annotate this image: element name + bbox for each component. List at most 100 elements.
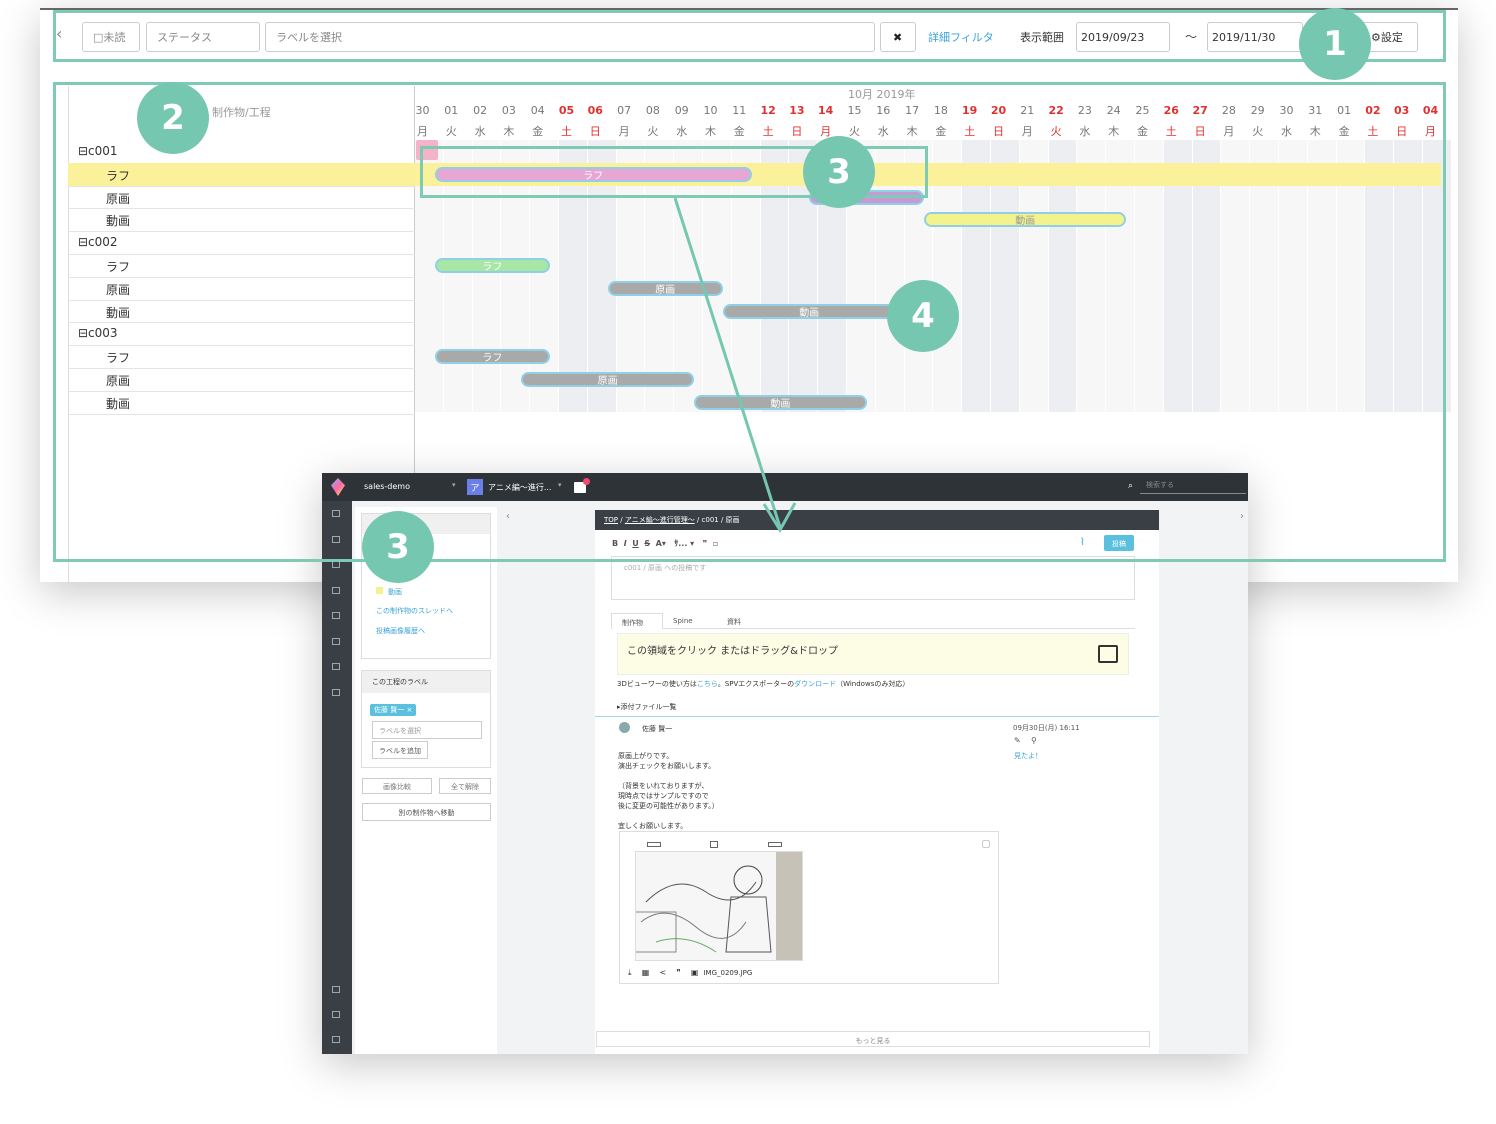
breadcrumb-project[interactable]: アニメ編〜進行管理〜	[625, 516, 695, 524]
viewer-help-link[interactable]: こちら	[697, 680, 718, 688]
gantt-task-row[interactable]: ラフ	[106, 167, 130, 184]
grid-icon[interactable]: ▦	[642, 968, 650, 977]
image-filename[interactable]: IMG_0209.JPG	[703, 969, 752, 977]
image-icon[interactable]	[332, 612, 340, 619]
collapse-icon[interactable]: ‹	[56, 24, 62, 43]
gantt-bar[interactable]: 原画	[607, 280, 723, 296]
quote-icon[interactable]: ❞	[676, 968, 680, 977]
minus-icon[interactable]	[647, 842, 661, 847]
detail-filter-link[interactable]: 詳細フィルタ	[928, 29, 994, 45]
avatar[interactable]	[619, 722, 630, 733]
seen-link[interactable]: 見たよ！	[1014, 751, 1042, 761]
gantt-group-row[interactable]: ⊟c002	[78, 235, 118, 249]
post-author[interactable]: 佐藤 賢一	[642, 724, 672, 734]
attachments-toggle[interactable]: ▸添付ファイル一覧	[617, 702, 677, 712]
download-link[interactable]: ダウンロード	[794, 680, 836, 688]
strike-button[interactable]: S	[644, 539, 650, 548]
tab-work[interactable]: 制作物	[611, 613, 663, 629]
tasks-icon[interactable]	[332, 561, 340, 568]
gantt-group-row[interactable]: ⊟c001	[78, 144, 118, 158]
post-button[interactable]: 投稿	[1104, 535, 1134, 551]
side-item-douga: 動画	[388, 588, 402, 596]
label-select-input[interactable]: ラベルを選択	[372, 721, 482, 739]
gantt-bar[interactable]: 動画	[924, 212, 1126, 228]
underline-button[interactable]: U	[632, 539, 639, 548]
chevron-down-icon[interactable]: ▾	[452, 481, 456, 489]
clear-button[interactable]: ✖	[880, 22, 916, 52]
paperclip-icon[interactable]: ⌇	[1080, 537, 1085, 548]
day-number: 30	[1279, 104, 1294, 117]
search-input[interactable]: 検索する	[1140, 480, 1246, 494]
more-button[interactable]: もっと見る	[596, 1031, 1150, 1047]
minus-icon[interactable]	[768, 842, 782, 847]
post-line: 演出チェックをお願いします。	[618, 762, 716, 770]
move-button[interactable]: 別の制作物へ移動	[362, 803, 491, 821]
gantt-bar[interactable]: ラフ	[434, 258, 550, 273]
project-name[interactable]: アニメ編〜進行...	[488, 482, 551, 493]
gear-icon[interactable]	[332, 688, 340, 696]
font-color-button[interactable]: A▾	[656, 539, 666, 548]
compare-button[interactable]: 画像比較	[362, 778, 432, 794]
gantt-bar[interactable]: 原画	[521, 372, 694, 387]
date-to-input[interactable]: 2019/11/30	[1207, 22, 1303, 52]
chevron-left-icon[interactable]: ‹	[506, 511, 510, 522]
chevron-right-icon[interactable]: ›	[1240, 511, 1244, 522]
label-select[interactable]: ラベルを選択	[265, 22, 875, 52]
side-link-history[interactable]: 投稿画像履歴へ	[376, 626, 425, 636]
gantt-task-row[interactable]: 原画	[106, 281, 130, 298]
chart-icon[interactable]	[332, 637, 340, 645]
day-number: 25	[1135, 104, 1150, 117]
row-line	[68, 322, 415, 324]
tab-spine[interactable]: Spine	[673, 617, 693, 625]
gantt-bar[interactable]: ラフ	[434, 166, 752, 182]
italic-button[interactable]: I	[624, 539, 627, 548]
share-icon[interactable]: <	[659, 968, 666, 977]
label-add-button[interactable]: ラベルを追加	[372, 741, 428, 759]
add-user-icon[interactable]	[332, 1011, 340, 1018]
download-icon[interactable]: ⤓	[628, 968, 632, 977]
tab-material[interactable]: 資料	[727, 617, 741, 627]
gantt-task-row[interactable]: 動画	[106, 395, 130, 412]
gantt-task-row[interactable]: 動画	[106, 212, 130, 229]
file-icon[interactable]: ▣	[691, 968, 699, 977]
gantt-task-row[interactable]: 原画	[106, 190, 130, 207]
label-tag[interactable]: 佐藤 賢一 ×	[370, 704, 417, 716]
search-icon[interactable]: ⌕	[1128, 481, 1133, 491]
release-button[interactable]: 全て解除	[439, 778, 491, 794]
calendar-icon[interactable]	[332, 535, 340, 543]
file-icon[interactable]: ▫	[713, 539, 718, 548]
gantt-bar[interactable]: 動画	[722, 303, 896, 319]
sketch-image[interactable]	[635, 851, 803, 961]
checkbox-icon[interactable]	[982, 840, 990, 848]
gantt-task-row[interactable]: 原画	[106, 372, 130, 389]
status-select[interactable]: ステータス	[146, 22, 260, 52]
project-avatar[interactable]: ア	[467, 479, 483, 495]
link-icon[interactable]: ⚲	[1031, 736, 1037, 745]
chevron-right-icon[interactable]	[332, 1036, 340, 1043]
gantt-task-row[interactable]: 動画	[106, 304, 130, 321]
gantt-task-row[interactable]: ラフ	[106, 258, 130, 275]
document-icon[interactable]	[332, 663, 340, 670]
day-number: 21	[1020, 104, 1035, 117]
list-icon[interactable]	[332, 510, 340, 517]
gantt-bar[interactable]: ラフ	[434, 349, 550, 365]
gantt-bar[interactable]: 動画	[694, 394, 867, 410]
workspace-name[interactable]: sales-demo	[364, 482, 410, 491]
post-line	[618, 771, 719, 781]
square-icon[interactable]	[710, 841, 718, 848]
bold-button[interactable]: B	[612, 539, 618, 548]
gantt-group-row[interactable]: ⊟c003	[78, 326, 118, 340]
edit-icon[interactable]: ✎	[1014, 736, 1021, 745]
date-from-input[interactable]: 2019/09/23	[1076, 22, 1170, 52]
unread-checkbox[interactable]: □未読	[82, 22, 140, 52]
font-size-button[interactable]: ｻ... ▾	[674, 539, 694, 548]
editor-textarea[interactable]: c001 / 原画 への投稿です	[611, 556, 1135, 600]
gantt-task-row[interactable]: ラフ	[106, 349, 130, 366]
quote-button[interactable]: ❞	[703, 539, 708, 548]
breadcrumb-top[interactable]: TOP	[604, 516, 618, 524]
chevron-down-icon[interactable]: ▾	[558, 481, 562, 489]
breadcrumb-cut[interactable]: c001	[702, 516, 719, 524]
side-link-thread[interactable]: この制作物のスレッドへ	[376, 606, 453, 616]
user-gear-icon[interactable]	[332, 986, 340, 993]
grid-icon[interactable]	[332, 586, 340, 594]
